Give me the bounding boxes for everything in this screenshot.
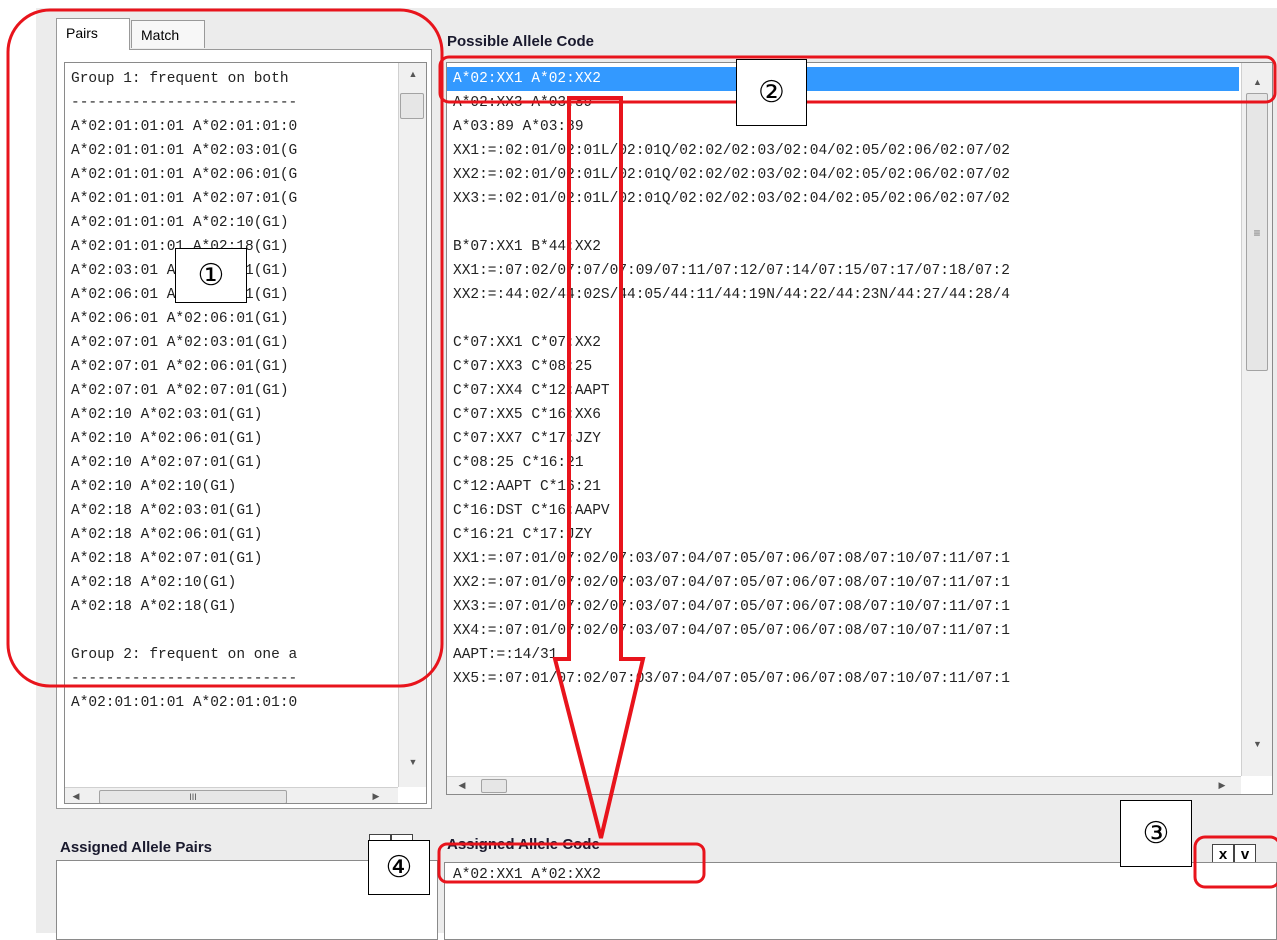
accept-buttons-highlight xyxy=(1193,835,1277,889)
possible-code-row-highlight xyxy=(438,55,1277,104)
tab-pairs[interactable]: Pairs xyxy=(56,18,130,50)
arrow-down-icon xyxy=(552,96,646,839)
annotation-overlay xyxy=(6,8,1277,889)
callout-3: ③ xyxy=(1120,800,1192,867)
callout-1: ① xyxy=(175,248,247,303)
assigned-code-highlight xyxy=(437,842,706,884)
pairs-highlight-box xyxy=(6,8,444,688)
callout-2: ② xyxy=(736,59,807,126)
callout-4: ④ xyxy=(368,840,430,895)
